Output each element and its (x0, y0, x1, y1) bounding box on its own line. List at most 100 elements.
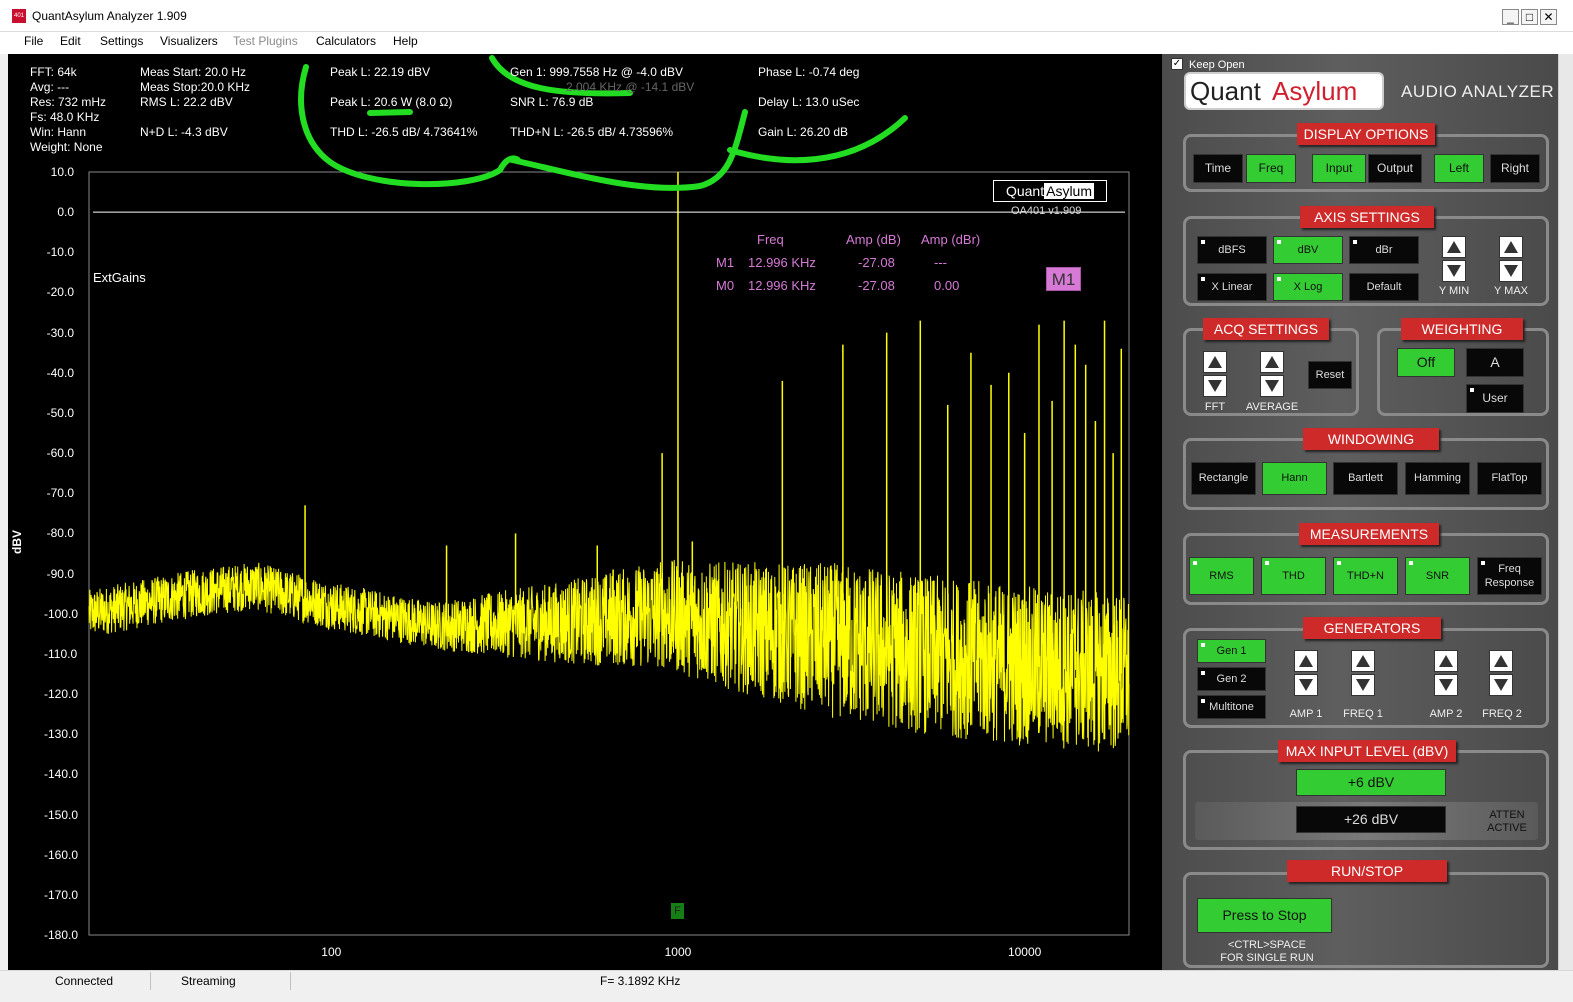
left-channel-button[interactable]: Left (1434, 154, 1484, 183)
weighting-off-button[interactable]: Off (1397, 348, 1455, 377)
freq1-down-arrow[interactable] (1351, 674, 1375, 696)
run-stop-hint-2: FOR SINGLE RUN (1220, 952, 1314, 964)
freq2-up-arrow[interactable] (1489, 650, 1513, 672)
x-log-label: X Log (1293, 281, 1323, 293)
amp2-up-arrow[interactable] (1434, 650, 1458, 672)
measure-freq-response-button[interactable]: Freq Response (1477, 557, 1542, 595)
measure-thd-button[interactable]: THD (1261, 557, 1326, 595)
arrow-down-icon (1504, 265, 1518, 277)
amp1-down-arrow[interactable] (1294, 674, 1318, 696)
stat-phase: Phase L: -0.74 deg (758, 65, 860, 79)
run-stop-header: RUN/STOP (1287, 860, 1447, 882)
stat-rms: RMS L: 22.2 dBV (140, 95, 233, 109)
stat-peak-dbv: Peak L: 22.19 dBV (330, 65, 431, 79)
gen2-label: Gen 2 (1216, 673, 1247, 685)
y-tick-label: -60.0 (46, 446, 74, 461)
amp2-down-arrow[interactable] (1434, 674, 1458, 696)
close-button[interactable]: ✕ (1540, 9, 1557, 25)
amp1-up-arrow[interactable] (1294, 650, 1318, 672)
gen1-button[interactable]: Gen 1 (1197, 639, 1266, 663)
reset-button[interactable]: Reset (1308, 361, 1352, 389)
annotation-curve-mid (509, 109, 748, 191)
freq-button[interactable]: Freq (1246, 154, 1296, 183)
marker-m1-tag[interactable]: M1 (1046, 267, 1081, 291)
arrow-up-icon (1439, 655, 1453, 667)
y-min-down-arrow[interactable] (1442, 260, 1466, 282)
y-tick-label: -150.0 (44, 807, 79, 822)
spectrum-plot[interactable] (0, 0, 1162, 970)
measure-thdn-button[interactable]: THD+N (1333, 557, 1398, 595)
weighting-user-label: User (1482, 391, 1508, 405)
freq1-up-arrow[interactable] (1351, 650, 1375, 672)
gen1-indicator (1201, 643, 1205, 647)
status-connected: Connected (55, 974, 114, 988)
y-tick-label: -140.0 (44, 767, 79, 782)
average-down-arrow[interactable] (1260, 375, 1284, 397)
output-button[interactable]: Output (1368, 154, 1422, 183)
y-max-down-arrow[interactable] (1499, 260, 1523, 282)
stat-snr: SNR L: 76.9 dB (510, 95, 594, 109)
freq2-down-arrow[interactable] (1489, 674, 1513, 696)
dbfs-label: dBFS (1218, 244, 1246, 256)
snr-label: SNR (1425, 570, 1450, 582)
fft-up-arrow[interactable] (1203, 351, 1227, 373)
thdn-indicator (1337, 561, 1341, 565)
y-max-up-arrow[interactable] (1499, 236, 1523, 258)
input-button[interactable]: Input (1312, 154, 1366, 183)
x-log-button[interactable]: X Log (1273, 273, 1343, 301)
dbr-button[interactable]: dBr (1349, 236, 1419, 264)
minimize-button[interactable]: _ (1502, 9, 1519, 25)
arrow-up-icon (1447, 241, 1461, 253)
x-linear-label: X Linear (1211, 281, 1253, 293)
gen2-indicator (1201, 671, 1205, 675)
y-tick-label: -170.0 (44, 887, 79, 902)
rms-label: RMS (1209, 570, 1234, 582)
x-tick-label: 1000 (664, 945, 692, 959)
measure-rms-button[interactable]: RMS (1189, 557, 1254, 595)
fft-down-arrow[interactable] (1203, 375, 1227, 397)
gen2-button[interactable]: Gen 2 (1197, 667, 1266, 691)
marker-header-amp-db: Amp (dB) (846, 232, 901, 247)
press-to-stop-button[interactable]: Press to Stop (1197, 898, 1332, 933)
thd-indicator (1265, 561, 1269, 565)
weighting-header: WEIGHTING (1401, 318, 1523, 340)
multitone-button[interactable]: Multitone (1197, 695, 1266, 719)
marker-header-freq: Freq (757, 232, 784, 247)
max-input-plus26-button[interactable]: +26 dBV (1296, 806, 1446, 833)
arrow-up-icon (1208, 356, 1222, 368)
plot-frame (88, 171, 1130, 936)
measure-snr-button[interactable]: SNR (1405, 557, 1470, 595)
window-flattop-button[interactable]: FlatTop (1477, 462, 1542, 495)
arrow-down-icon (1494, 679, 1508, 691)
y-min-up-arrow[interactable] (1442, 236, 1466, 258)
arrow-down-icon (1439, 679, 1453, 691)
weighting-user-button[interactable]: User (1466, 384, 1524, 413)
y-tick-label: -80.0 (46, 526, 74, 541)
weighting-a-button[interactable]: A (1466, 348, 1524, 377)
stat-noise-distortion: N+D L: -4.3 dBV (140, 125, 228, 139)
right-channel-button[interactable]: Right (1490, 154, 1540, 183)
window-hamming-button[interactable]: Hamming (1405, 462, 1470, 495)
frequency-marker[interactable]: F (671, 903, 684, 919)
max-input-plus6-button[interactable]: +6 dBV (1296, 769, 1446, 796)
x-linear-button[interactable]: X Linear (1197, 273, 1267, 301)
vertical-scrollbar[interactable] (1558, 54, 1573, 970)
time-button[interactable]: Time (1193, 154, 1243, 183)
dbfs-button[interactable]: dBFS (1197, 236, 1267, 264)
dbv-button[interactable]: dBV (1273, 236, 1343, 264)
freq-response-indicator (1481, 561, 1485, 565)
freq1-label: FREQ 1 (1343, 708, 1383, 720)
y-tick-label: -40.0 (46, 365, 74, 380)
arrow-up-icon (1299, 655, 1313, 667)
y-tick-label: -30.0 (46, 325, 74, 340)
keep-open-checkbox[interactable]: ✓ (1171, 58, 1183, 70)
keep-open-label: Keep Open (1189, 59, 1245, 71)
freq-response-label-2: Response (1484, 577, 1535, 589)
window-hann-button[interactable]: Hann (1262, 462, 1327, 495)
y-tick-label: -50.0 (46, 405, 74, 420)
average-up-arrow[interactable] (1260, 351, 1284, 373)
default-axis-button[interactable]: Default (1349, 273, 1419, 301)
window-rectangle-button[interactable]: Rectangle (1191, 462, 1256, 495)
maximize-button[interactable]: □ (1521, 9, 1538, 25)
window-bartlett-button[interactable]: Bartlett (1333, 462, 1398, 495)
